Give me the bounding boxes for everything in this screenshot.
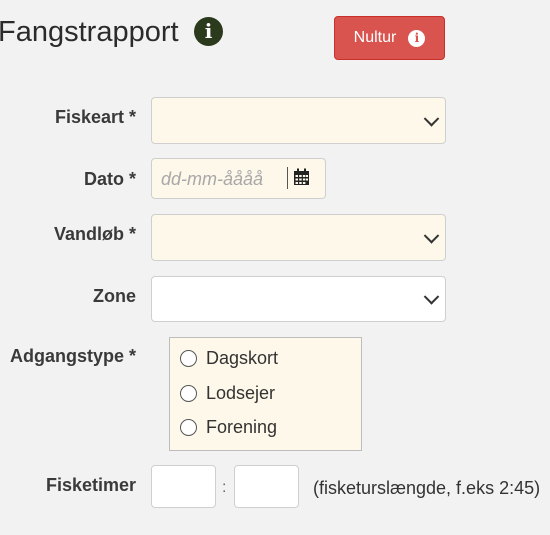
chevron-down-icon bbox=[423, 110, 440, 127]
nultur-button[interactable]: Nultur i bbox=[334, 16, 445, 60]
radio-option-forening[interactable]: Forening bbox=[180, 417, 277, 438]
info-icon[interactable]: i bbox=[194, 17, 223, 46]
radio-button[interactable] bbox=[180, 419, 197, 436]
adgangstype-radio-group: Dagskort Lodsejer Forening bbox=[169, 337, 362, 451]
fisketimer-label: Fisketimer bbox=[45, 475, 136, 495]
info-icon: i bbox=[408, 29, 426, 47]
time-separator: : bbox=[222, 479, 227, 496]
radio-option-dagskort[interactable]: Dagskort bbox=[180, 348, 278, 369]
dato-placeholder: dd-mm-åååå bbox=[161, 169, 264, 189]
radio-label: Dagskort bbox=[206, 348, 279, 368]
zone-label: Zone bbox=[93, 286, 136, 306]
fiskeart-label: Fiskeart * bbox=[54, 107, 136, 127]
chevron-down-icon bbox=[423, 227, 440, 244]
zone-select[interactable] bbox=[151, 276, 446, 322]
radio-option-lodsejer[interactable]: Lodsejer bbox=[180, 383, 275, 404]
vandlob-select[interactable] bbox=[151, 214, 446, 261]
adgangstype-label: Adgangstype * bbox=[9, 346, 136, 366]
page-title: Fangstrapport bbox=[0, 16, 179, 48]
radio-button[interactable] bbox=[180, 385, 197, 402]
fisketimer-minutes-input[interactable] bbox=[234, 465, 299, 508]
radio-label: Lodsejer bbox=[206, 383, 276, 403]
fisketimer-hours-input[interactable] bbox=[151, 465, 216, 508]
chevron-down-icon bbox=[423, 289, 440, 305]
calendar-icon[interactable] bbox=[293, 168, 310, 186]
nultur-button-label: Nultur bbox=[353, 29, 397, 46]
radio-label: Forening bbox=[206, 417, 278, 437]
vandlob-label: Vandløb * bbox=[53, 224, 136, 244]
dato-label: Dato * bbox=[83, 169, 136, 189]
dato-input[interactable]: dd-mm-åååå bbox=[151, 158, 326, 199]
radio-button[interactable] bbox=[180, 350, 197, 367]
fisketimer-hint: (fisketurslængde, f.eks 2:45) bbox=[313, 478, 541, 498]
fiskeart-select[interactable] bbox=[151, 97, 446, 144]
date-separator bbox=[287, 167, 288, 189]
